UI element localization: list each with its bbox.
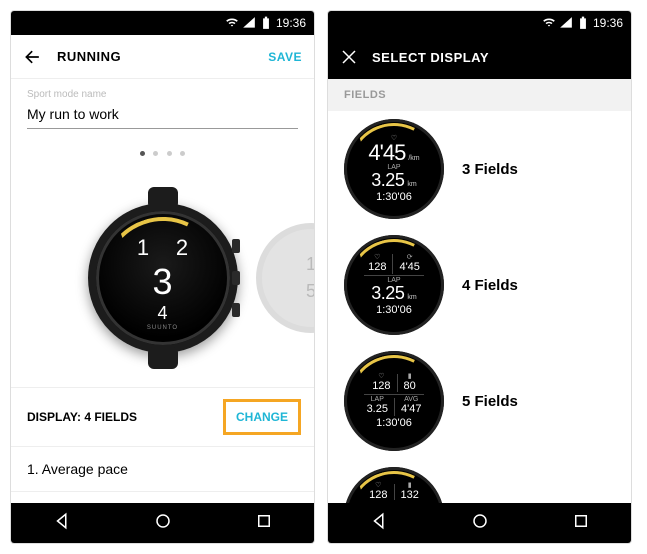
option-label: 3 Fields xyxy=(462,161,518,178)
field-item[interactable]: 1. Average pace xyxy=(11,447,314,492)
section-label: FIELDS xyxy=(328,79,631,111)
back-icon[interactable] xyxy=(23,47,43,67)
android-navbar xyxy=(328,503,631,543)
nav-recent-icon[interactable] xyxy=(572,512,590,535)
display-option-3-fields[interactable]: ♡ 4'45/km LAP 3.25km 1:30'06 3 Fields xyxy=(328,111,631,227)
phone-right: 19:36 SELECT DISPLAY FIELDS ♡ 4'45/km LA… xyxy=(327,10,632,544)
dot xyxy=(167,151,172,156)
watch-preview: 1 2 3 4 SUUNTO xyxy=(73,178,253,378)
field-item[interactable]: 2. Heart rate xyxy=(11,492,314,503)
display-option-4-fields[interactable]: ♡128 ⟳4'45 LAP 3.25km 1:30'06 4 Fields xyxy=(328,227,631,343)
nav-back-icon[interactable] xyxy=(53,512,71,535)
display-label: DISPLAY: 4 FIELDS xyxy=(27,410,137,424)
appbar: RUNNING SAVE xyxy=(11,35,314,79)
change-button[interactable]: CHANGE xyxy=(226,402,298,432)
next-watch-preview[interactable]: 1 5 xyxy=(256,223,314,333)
page-title: RUNNING xyxy=(57,49,268,64)
watch-thumb: ♡128 ⟳4'45 LAP 3.25km 1:30'06 xyxy=(344,235,444,335)
status-time: 19:36 xyxy=(593,16,623,30)
content-right: FIELDS ♡ 4'45/km LAP 3.25km 1:30'06 3 Fi… xyxy=(328,79,631,503)
signal-icon xyxy=(559,16,573,30)
dot xyxy=(153,151,158,156)
nav-home-icon[interactable] xyxy=(471,512,489,535)
save-button[interactable]: SAVE xyxy=(268,50,302,64)
field-slot-1: 1 xyxy=(137,235,149,261)
appbar: SELECT DISPLAY xyxy=(328,35,631,79)
battery-icon xyxy=(259,16,273,30)
wifi-icon xyxy=(225,16,239,30)
close-icon[interactable] xyxy=(340,48,358,66)
dot xyxy=(180,151,185,156)
signal-icon xyxy=(242,16,256,30)
display-row: DISPLAY: 4 FIELDS CHANGE xyxy=(11,387,314,447)
option-label: 4 Fields xyxy=(462,277,518,294)
page-title: SELECT DISPLAY xyxy=(372,50,619,65)
watch-thumb: ♡128 ▮80 LAP3.25 AVG4'47 1:30'06 xyxy=(344,351,444,451)
content-left: Sport mode name 1 2 3 4 SUUNTO xyxy=(11,79,314,503)
battery-icon xyxy=(576,16,590,30)
phone-left: 19:36 RUNNING SAVE Sport mode name 1 xyxy=(10,10,315,544)
input-label: Sport mode name xyxy=(11,79,314,102)
nav-recent-icon[interactable] xyxy=(255,512,273,535)
android-navbar xyxy=(11,503,314,543)
statusbar: 19:36 xyxy=(11,11,314,35)
field-slot-3: 3 xyxy=(152,261,172,303)
display-options: ♡ 4'45/km LAP 3.25km 1:30'06 3 Fields ♡1… xyxy=(328,111,631,497)
wifi-icon xyxy=(542,16,556,30)
option-label: 5 Fields xyxy=(462,393,518,410)
watch-thumb: ♡128 ▮132 xyxy=(344,467,444,503)
watch-thumb: ♡ 4'45/km LAP 3.25km 1:30'06 xyxy=(344,119,444,219)
watch-carousel[interactable]: 1 2 3 4 SUUNTO 1 5 xyxy=(11,169,314,387)
nav-back-icon[interactable] xyxy=(370,512,388,535)
field-slot-4: 4 xyxy=(157,303,167,324)
statusbar: 19:36 xyxy=(328,11,631,35)
page-indicator xyxy=(11,135,314,169)
watch-brand: SUUNTO xyxy=(96,325,230,331)
nav-home-icon[interactable] xyxy=(154,512,172,535)
sport-mode-name-input[interactable] xyxy=(27,102,298,129)
display-option-5-fields[interactable]: ♡128 ▮80 LAP3.25 AVG4'47 1:30'06 5 F xyxy=(328,343,631,459)
status-time: 19:36 xyxy=(276,16,306,30)
display-option-partial[interactable]: ♡128 ▮132 xyxy=(328,459,631,497)
field-slot-2: 2 xyxy=(176,235,188,261)
dot xyxy=(140,151,145,156)
